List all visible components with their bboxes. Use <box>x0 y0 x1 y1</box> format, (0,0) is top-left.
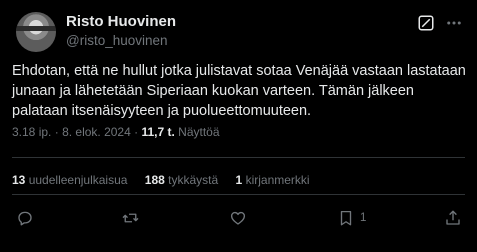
views-label: Näyttöä <box>178 125 220 139</box>
tweet-time[interactable]: 3.18 ip. <box>12 125 51 139</box>
grok-icon <box>418 15 434 31</box>
user-handle[interactable]: @risto_huovinen <box>66 32 176 50</box>
reply-icon <box>18 211 32 226</box>
reposts-stat[interactable]: 13 uudelleenjulkaisua <box>12 173 131 187</box>
bookmarks-count: 1 <box>235 173 243 187</box>
tweet-meta: 3.18 ip. · 8. elok. 2024 · 11,7 t. Näytt… <box>12 125 220 139</box>
avatar[interactable] <box>16 12 56 52</box>
action-bar: 1 <box>0 207 477 229</box>
views-count: 11,7 t. <box>141 125 175 139</box>
like-icon <box>230 211 246 225</box>
likes-stat[interactable]: 188 tykkäystä <box>145 173 222 187</box>
bookmark-icon <box>340 210 352 226</box>
share-button[interactable] <box>444 207 462 229</box>
avatar-sunglasses <box>16 26 56 31</box>
more-icon <box>447 21 461 25</box>
bookmark-button[interactable]: 1 <box>337 207 366 229</box>
tweet-date[interactable]: 8. elok. 2024 <box>62 125 131 139</box>
reply-button[interactable] <box>16 207 34 229</box>
bookmarks-stat[interactable]: 1 kirjanmerkki <box>236 173 310 187</box>
repost-icon <box>122 213 139 223</box>
repost-button[interactable] <box>121 207 140 229</box>
reposts-count: 13 <box>12 173 26 187</box>
bookmarks-label: kirjanmerkki <box>245 173 310 187</box>
share-icon <box>446 210 460 225</box>
like-button[interactable] <box>229 207 247 229</box>
reposts-label: uudelleenjulkaisua <box>28 173 128 187</box>
meta-separator-2: · <box>134 125 139 139</box>
meta-separator: · <box>54 125 59 139</box>
tweet-text: Ehdotan, että ne hullut jotka julistavat… <box>12 63 466 119</box>
display-name[interactable]: Risto Huovinen <box>66 13 176 31</box>
divider <box>12 194 465 195</box>
engagement-stats: 13 uudelleenjulkaisua 188 tykkäystä 1 ki… <box>12 173 324 187</box>
more-options-button[interactable] <box>443 12 465 34</box>
divider <box>12 157 465 158</box>
likes-label: tykkäystä <box>168 173 219 187</box>
grok-button[interactable] <box>415 12 437 34</box>
likes-count: 188 <box>144 173 165 187</box>
user-info: Risto Huovinen @risto_huovinen <box>66 13 176 50</box>
bookmark-count: 1 <box>360 212 367 224</box>
